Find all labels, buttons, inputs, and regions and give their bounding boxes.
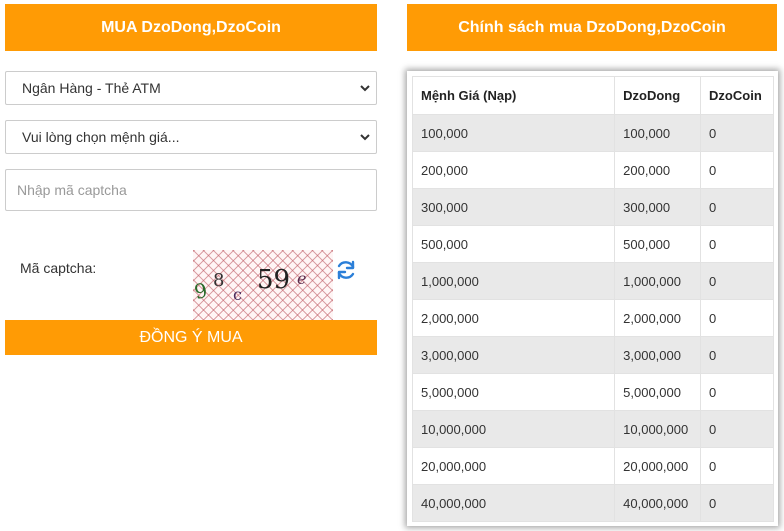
cell-denomination: 5,000,000 — [411, 373, 616, 411]
chevron-down-icon — [360, 134, 370, 141]
cell-dzocoin: 0 — [700, 188, 774, 226]
chevron-down-icon — [360, 85, 370, 92]
table-row: 3,000,000 3,000,000 0 — [411, 336, 774, 374]
captcha-input-placeholder: Nhập mã captcha — [17, 182, 127, 198]
cell-dzodong: 1,000,000 — [614, 262, 702, 300]
policy-header: Chính sách mua DzoDong,DzoCoin — [407, 4, 777, 51]
cell-dzocoin: 0 — [700, 262, 774, 300]
cell-dzodong: 300,000 — [614, 188, 702, 226]
cell-dzocoin: 0 — [700, 299, 774, 337]
cell-dzocoin: 0 — [700, 447, 774, 485]
cell-dzodong: 40,000,000 — [614, 484, 702, 522]
captcha-image: 9 8 c 59 e — [192, 250, 333, 320]
cell-dzocoin: 0 — [700, 484, 774, 522]
captcha-char: 59 — [257, 265, 290, 295]
buy-header: MUA DzoDong,DzoCoin — [5, 4, 377, 51]
cell-dzocoin: 0 — [700, 151, 774, 189]
cell-dzocoin: 0 — [700, 225, 774, 263]
cell-dzodong: 200,000 — [614, 151, 702, 189]
captcha-char: 9 — [193, 278, 209, 304]
cell-denomination: 3,000,000 — [411, 336, 616, 374]
amount-select[interactable]: Vui lòng chọn mệnh giá... — [5, 120, 377, 154]
cell-dzodong: 3,000,000 — [614, 336, 702, 374]
cell-dzodong: 2,000,000 — [614, 299, 702, 337]
cell-denomination: 1,000,000 — [411, 262, 616, 300]
table-header-row: Mệnh Giá (Nạp) DzoDong DzoCoin — [411, 76, 774, 115]
amount-value: Vui lòng chọn mệnh giá... — [22, 129, 180, 145]
cell-denomination: 2,000,000 — [411, 299, 616, 337]
captcha-char: e — [297, 269, 306, 288]
cell-denomination: 300,000 — [411, 188, 616, 226]
cell-denomination: 20,000,000 — [411, 447, 616, 485]
table-row: 300,000 300,000 0 — [411, 188, 774, 226]
column-header-dzodong: DzoDong — [614, 76, 702, 115]
cell-denomination: 100,000 — [411, 114, 616, 152]
cell-dzodong: 10,000,000 — [614, 410, 702, 448]
captcha-input[interactable]: Nhập mã captcha — [5, 169, 377, 211]
table-row: 1,000,000 1,000,000 0 — [411, 262, 774, 300]
cell-dzocoin: 0 — [700, 373, 774, 411]
cell-dzocoin: 0 — [700, 114, 774, 152]
cell-denomination: 40,000,000 — [411, 484, 616, 522]
cell-denomination: 10,000,000 — [411, 410, 616, 448]
table-row: 100,000 100,000 0 — [411, 114, 774, 152]
table-row: 20,000,000 20,000,000 0 — [411, 447, 774, 485]
cell-dzocoin: 0 — [700, 336, 774, 374]
table-row: 200,000 200,000 0 — [411, 151, 774, 189]
payment-method-value: Ngân Hàng - Thẻ ATM — [22, 80, 161, 96]
captcha-char: c — [233, 285, 242, 304]
cell-dzodong: 20,000,000 — [614, 447, 702, 485]
table-row: 40,000,000 40,000,000 0 — [411, 484, 774, 522]
cell-dzodong: 500,000 — [614, 225, 702, 263]
cell-denomination: 500,000 — [411, 225, 616, 263]
captcha-label: Mã captcha: — [20, 260, 97, 276]
cell-dzodong: 5,000,000 — [614, 373, 702, 411]
table-row: 500,000 500,000 0 — [411, 225, 774, 263]
agree-buy-button[interactable]: ĐỒNG Ý MUA — [5, 320, 377, 355]
cell-dzodong: 100,000 — [614, 114, 702, 152]
cell-denomination: 200,000 — [411, 151, 616, 189]
table-row: 2,000,000 2,000,000 0 — [411, 299, 774, 337]
table-row: 10,000,000 10,000,000 0 — [411, 410, 774, 448]
refresh-captcha-icon[interactable] — [334, 258, 358, 282]
price-table: Mệnh Giá (Nạp) DzoDong DzoCoin 100,000 10… — [411, 76, 774, 522]
column-header-dzocoin: DzoCoin — [700, 76, 774, 115]
payment-method-select[interactable]: Ngân Hàng - Thẻ ATM — [5, 71, 377, 105]
captcha-char: 8 — [213, 270, 224, 291]
column-header-denomination: Mệnh Giá (Nạp) — [411, 76, 616, 115]
policy-panel: Mệnh Giá (Nạp) DzoDong DzoCoin 100,000 10… — [407, 71, 778, 526]
cell-dzocoin: 0 — [700, 410, 774, 448]
table-row: 5,000,000 5,000,000 0 — [411, 373, 774, 411]
